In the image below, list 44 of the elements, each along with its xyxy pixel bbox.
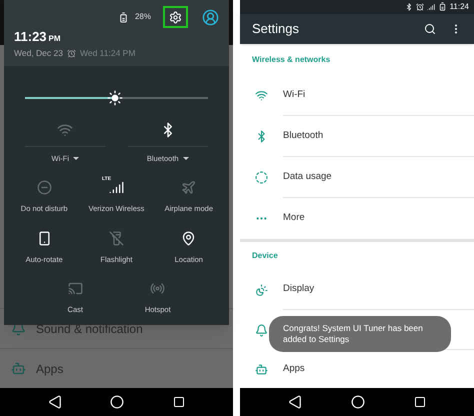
clock-suffix: PM [48, 35, 61, 43]
caret-icon [73, 157, 79, 160]
home-icon[interactable] [350, 395, 365, 409]
avatar-icon[interactable] [202, 8, 219, 26]
clock-time: 11:23 [14, 30, 47, 43]
settings-item[interactable]: Data usage [240, 157, 474, 198]
android-icon [255, 362, 268, 376]
bluetooth-icon [255, 130, 268, 143]
brightness-thumb-icon[interactable] [106, 90, 123, 106]
battery-icon [438, 2, 447, 12]
alarm-icon [416, 2, 424, 11]
bell-icon [255, 324, 268, 336]
settings-item[interactable]: Wi-Fi [240, 75, 474, 116]
toolbar-title: Settings [252, 20, 300, 38]
section-header: Device [251, 250, 279, 262]
settings-button[interactable] [163, 6, 188, 28]
setting-label: Apps [36, 360, 64, 378]
back-icon[interactable] [288, 395, 302, 409]
recents-icon[interactable] [414, 396, 426, 408]
confirmation-toast: Congrats! System UI Tuner has been added to Settings [269, 316, 451, 352]
brightness-icon [255, 284, 268, 296]
android-icon [10, 361, 26, 376]
back-icon[interactable] [48, 395, 62, 409]
settings-item[interactable]: Bluetooth [240, 116, 474, 157]
caret-icon [182, 157, 189, 160]
signal-icon [426, 2, 435, 11]
settings-item[interactable]: Display [240, 270, 474, 310]
battery-percent: 28% [134, 11, 151, 23]
bluetooth-icon [404, 2, 413, 11]
alarm-icon [66, 48, 76, 58]
settings-icon [169, 10, 182, 24]
home-icon[interactable] [110, 395, 124, 409]
settings-item[interactable]: More [240, 198, 474, 239]
brightness-slider[interactable] [25, 90, 208, 106]
search-icon[interactable] [424, 22, 436, 35]
section-header: Wireless & networks [251, 54, 332, 66]
battery-icon [118, 12, 129, 22]
recents-icon[interactable] [172, 396, 185, 408]
status-time: 11:24 [450, 0, 469, 13]
circle-icon [255, 171, 268, 184]
settings-item[interactable]: Apps [240, 350, 474, 388]
alarm-text: Wed 11:24 PM [80, 47, 136, 60]
date-text: Wed, Dec 23 [14, 47, 63, 60]
setting-label: Sound & notification [36, 320, 143, 338]
